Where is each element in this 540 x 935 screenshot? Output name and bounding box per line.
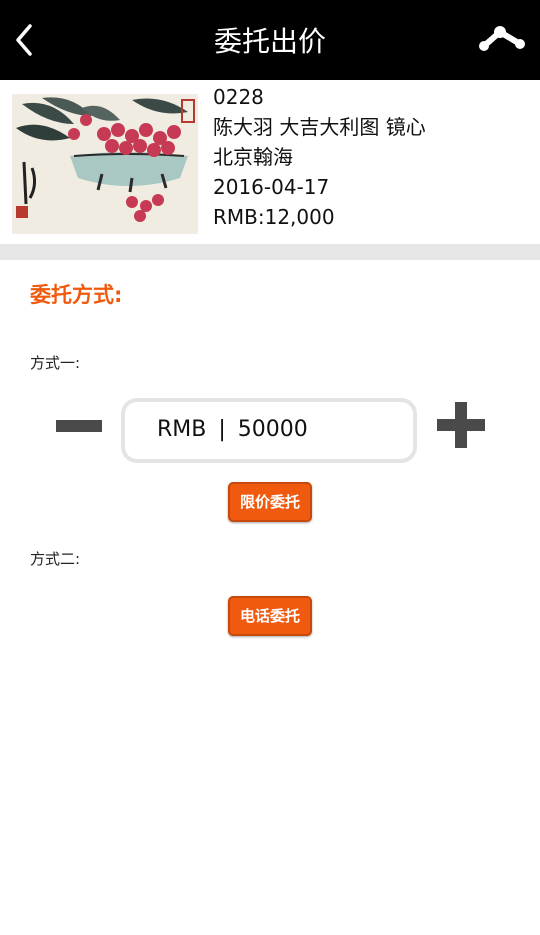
method-two-label: 方式二: <box>30 550 81 568</box>
share-button[interactable] <box>478 22 526 58</box>
share-icon <box>479 26 525 51</box>
bid-amount-text: RMB | 50000 <box>157 415 308 445</box>
auction-house: 北京翰海 <box>213 145 293 169</box>
lot-info: 0228 陈大羽 大吉大利图 镜心 北京翰海 2016-04-17 RMB:12… <box>213 82 426 232</box>
lot-estimate: RMB:12,000 <box>213 205 335 229</box>
currency-label: RMB <box>157 417 207 442</box>
bid-amount-value: 50000 <box>237 417 308 442</box>
currency-separator: | <box>218 417 226 442</box>
lot-name: 陈大羽 大吉大利图 镜心 <box>213 115 426 139</box>
commission-heading: 委托方式: <box>30 283 123 307</box>
top-bar: 委托出价 <box>0 0 540 80</box>
method-one-label: 方式一: <box>30 354 81 372</box>
lot-card[interactable]: 0228 陈大羽 大吉大利图 镜心 北京翰海 2016-04-17 RMB:12… <box>0 80 540 244</box>
bid-amount-field[interactable]: RMB | 50000 <box>121 398 417 463</box>
increase-button[interactable] <box>437 402 485 448</box>
limit-commission-button[interactable]: 限价委托 <box>228 482 312 522</box>
painting-image <box>12 94 198 234</box>
decrease-button[interactable] <box>56 420 102 432</box>
section-divider <box>0 244 540 260</box>
lot-thumbnail <box>12 94 198 234</box>
page-title: 委托出价 <box>213 25 326 58</box>
auction-date: 2016-04-17 <box>213 175 330 199</box>
phone-commission-button[interactable]: 电话委托 <box>228 596 312 636</box>
lot-number: 0228 <box>213 85 264 109</box>
